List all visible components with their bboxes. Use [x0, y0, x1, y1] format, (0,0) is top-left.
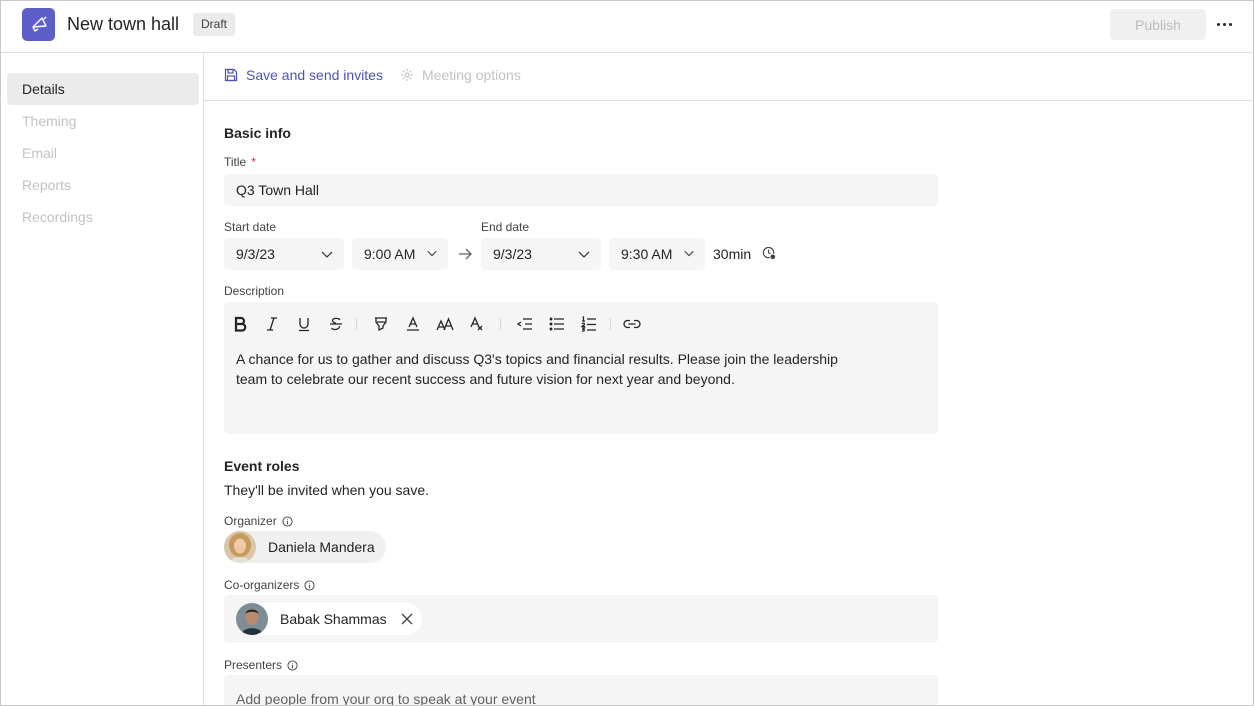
clear-format-icon[interactable]: [467, 314, 487, 334]
duration-text: 30min: [713, 246, 752, 262]
action-toolbar: Save and send invites Meeting options: [204, 53, 1253, 101]
end-date-value: 9/3/23: [493, 246, 532, 262]
start-date-value: 9/3/23: [236, 246, 275, 262]
end-date-picker[interactable]: 9/3/23: [481, 238, 601, 270]
end-time-picker[interactable]: 9:30 AM: [609, 238, 705, 270]
coorganizers-label-text: Co-organizers: [224, 578, 300, 592]
arrow-right-icon: [459, 248, 472, 260]
sidebar-item-theming[interactable]: Theming: [7, 105, 199, 137]
title-input[interactable]: Q3 Town Hall: [224, 174, 938, 206]
app-window: New town hall Draft Publish Details Them…: [0, 0, 1254, 706]
title-label-text: Title: [224, 155, 247, 169]
basic-info-heading: Basic info: [224, 125, 291, 141]
meeting-options-label: Meeting options: [422, 67, 521, 83]
description-line-1: A chance for us to gather and discuss Q3…: [236, 351, 838, 367]
avatar: [236, 603, 268, 635]
link-icon[interactable]: [622, 314, 642, 334]
chevron-down-icon: [684, 250, 694, 257]
gear-icon: [401, 69, 413, 81]
numbered-list-icon[interactable]: [579, 314, 599, 334]
event-roles-subtext: They'll be invited when you save.: [224, 482, 430, 498]
sidebar-item-details[interactable]: Details: [7, 73, 199, 105]
info-icon[interactable]: [282, 515, 293, 527]
page-title: New town hall: [67, 14, 180, 34]
sidebar-item-email[interactable]: Email: [7, 137, 199, 169]
description-editor[interactable]: A chance for us to gather and discuss Q3…: [224, 302, 938, 434]
organizer-pill[interactable]: Daniela Mandera: [224, 531, 386, 563]
bold-icon[interactable]: [230, 314, 250, 334]
presenters-label-text: Presenters: [224, 658, 283, 672]
status-badge: Draft: [193, 13, 236, 36]
highlight-icon[interactable]: [371, 314, 391, 334]
info-icon[interactable]: [287, 659, 298, 671]
bulleted-list-icon[interactable]: [547, 314, 567, 334]
presenters-label: Presenters: [224, 658, 298, 672]
sidebar-item-reports[interactable]: Reports: [7, 169, 199, 201]
info-icon[interactable]: [304, 579, 315, 591]
chevron-down-icon: [321, 251, 333, 258]
close-icon[interactable]: [401, 613, 413, 625]
meeting-options-button[interactable]: Meeting options: [400, 67, 521, 83]
avatar: [224, 531, 256, 563]
organizer-label: Organizer: [224, 514, 293, 528]
coorganizers-label: Co-organizers: [224, 578, 315, 592]
presenters-input[interactable]: Add people from your org to speak at you…: [224, 675, 938, 706]
presenters-placeholder: Add people from your org to speak at you…: [236, 691, 536, 706]
start-time-picker[interactable]: 9:00 AM: [352, 238, 448, 270]
font-color-icon[interactable]: [403, 314, 423, 334]
description-text[interactable]: A chance for us to gather and discuss Q3…: [236, 349, 846, 389]
save-icon: [224, 68, 238, 82]
title-label: Title *: [224, 155, 256, 169]
event-roles-heading: Event roles: [224, 458, 300, 474]
end-time-value: 9:30 AM: [621, 246, 673, 262]
coorganizer-name: Babak Shammas: [280, 611, 387, 627]
save-and-send-button[interactable]: Save and send invites: [224, 67, 383, 83]
coorganizers-input[interactable]: Babak Shammas: [224, 595, 938, 643]
start-date-label: Start date: [224, 220, 277, 234]
save-and-send-label: Save and send invites: [246, 67, 383, 83]
megaphone-icon: [22, 8, 55, 41]
sidebar-nav: Details Theming Email Reports Recordings: [1, 53, 204, 705]
description-label: Description: [224, 284, 285, 298]
organizer-label-text: Organizer: [224, 514, 277, 528]
start-time-value: 9:00 AM: [364, 246, 416, 262]
chevron-down-icon: [578, 251, 590, 258]
description-line-2: team to celebrate our recent success and…: [236, 371, 735, 387]
organizer-name: Daniela Mandera: [268, 539, 375, 555]
more-options-icon[interactable]: [1211, 13, 1237, 35]
strikethrough-icon[interactable]: [326, 314, 346, 334]
required-mark: *: [251, 155, 256, 169]
outdent-icon[interactable]: [515, 314, 535, 334]
coorganizer-pill[interactable]: Babak Shammas: [236, 603, 422, 635]
italic-icon[interactable]: [262, 314, 282, 334]
end-date-label: End date: [481, 220, 530, 234]
sidebar-item-recordings[interactable]: Recordings: [7, 201, 199, 233]
start-date-picker[interactable]: 9/3/23: [224, 238, 344, 270]
underline-icon[interactable]: [294, 314, 314, 334]
top-header: New town hall Draft Publish: [1, 1, 1253, 53]
publish-button[interactable]: Publish: [1110, 9, 1206, 40]
font-size-icon[interactable]: [435, 314, 455, 334]
timezone-icon[interactable]: [762, 246, 777, 261]
chevron-down-icon: [427, 250, 437, 257]
title-value: Q3 Town Hall: [236, 182, 320, 198]
